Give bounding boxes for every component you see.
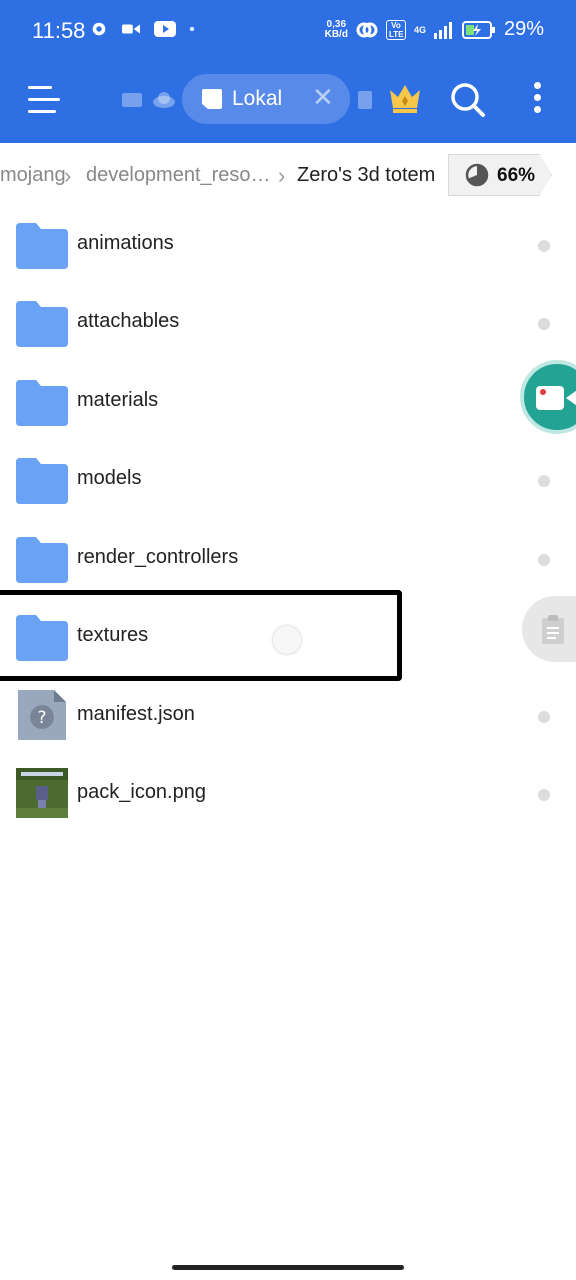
list-item[interactable]: materials — [0, 362, 576, 440]
list-item[interactable]: attachables — [0, 283, 576, 361]
storage-percent: 66% — [497, 165, 536, 186]
select-indicator[interactable] — [538, 711, 550, 723]
search-icon[interactable] — [450, 82, 486, 118]
list-item[interactable]: models — [0, 440, 576, 518]
bookmark-icon[interactable] — [358, 91, 372, 109]
folder-icon — [16, 223, 68, 269]
status-time: 11:58 — [32, 18, 86, 43]
sd-card-icon — [202, 89, 222, 109]
list-item[interactable]: render_controllers — [0, 519, 576, 597]
network-type: 4G — [413, 24, 426, 35]
file-name: pack_icon.png — [77, 781, 206, 803]
file-name: materials — [77, 389, 159, 411]
select-indicator[interactable] — [538, 318, 550, 330]
battery-charging-icon — [461, 20, 495, 39]
network-speed: 0,36 KB/d — [324, 18, 348, 40]
top-header: 11:58 0,36 KB/d Vo LTE 4G 29% Lokal ✕ — [0, 0, 576, 143]
folder-icon — [16, 301, 68, 347]
chevron-right-icon: › — [64, 163, 72, 188]
breadcrumb-current[interactable]: Zero's 3d totem — [297, 164, 435, 187]
breadcrumb-item[interactable]: mojang — [0, 164, 66, 187]
breadcrumb-item[interactable]: development_reso… — [86, 164, 271, 187]
touch-indicator — [273, 626, 301, 654]
breadcrumb: mojang › development_reso… › Zero's 3d t… — [0, 143, 576, 207]
app-toolbar: Lokal ✕ — [0, 62, 576, 143]
close-tab-icon[interactable]: ✕ — [312, 82, 334, 113]
status-notification-icons — [90, 20, 194, 38]
menu-icon — [28, 86, 52, 89]
settings-icon — [92, 22, 106, 36]
file-name: render_controllers — [77, 546, 239, 568]
video-camera-icon — [122, 24, 140, 34]
select-indicator[interactable] — [538, 554, 550, 566]
image-thumbnail — [16, 768, 68, 818]
tab-lokal[interactable]: Lokal ✕ — [182, 74, 350, 124]
file-name: attachables — [77, 310, 180, 332]
file-name: manifest.json — [77, 703, 195, 725]
menu-button[interactable] — [28, 84, 62, 116]
status-bar: 11:58 0,36 KB/d Vo LTE 4G 29% — [0, 0, 576, 62]
folder-icon — [16, 458, 68, 504]
dot-icon — [190, 27, 194, 31]
crown-icon[interactable] — [388, 82, 422, 114]
list-item[interactable]: animations — [0, 205, 576, 283]
youtube-icon — [154, 21, 176, 37]
signal-icon — [433, 21, 452, 39]
hotspot-icon — [356, 22, 378, 37]
folder-icon — [16, 380, 68, 426]
chevron-right-icon: › — [278, 163, 286, 188]
cloud-icon[interactable] — [152, 91, 176, 109]
video-record-icon — [536, 386, 576, 410]
status-system-icons: 0,36 KB/d Vo LTE 4G 29% — [325, 18, 544, 41]
file-name: models — [77, 467, 142, 489]
unknown-file-icon: ? — [18, 690, 66, 740]
folder-icon — [16, 537, 68, 583]
list-item[interactable]: ? manifest.json — [0, 676, 576, 754]
more-options-icon[interactable] — [530, 82, 544, 116]
book-icon[interactable] — [122, 91, 142, 109]
select-indicator[interactable] — [538, 240, 550, 252]
tab-label: Lokal — [232, 87, 283, 110]
selection-highlight-box — [0, 590, 402, 681]
select-indicator[interactable] — [538, 789, 550, 801]
list-item[interactable]: pack_icon.png — [0, 754, 576, 832]
pie-chart-icon — [465, 163, 489, 187]
battery-percent: 29% — [503, 18, 544, 40]
clipboard-icon — [542, 615, 564, 644]
volte-badge: Vo LTE — [385, 19, 406, 40]
file-name: animations — [77, 232, 174, 254]
select-indicator[interactable] — [538, 475, 550, 487]
storage-usage-badge[interactable]: 66% — [448, 154, 552, 196]
home-indicator[interactable] — [172, 1265, 404, 1270]
svg-text:?: ? — [37, 708, 46, 728]
